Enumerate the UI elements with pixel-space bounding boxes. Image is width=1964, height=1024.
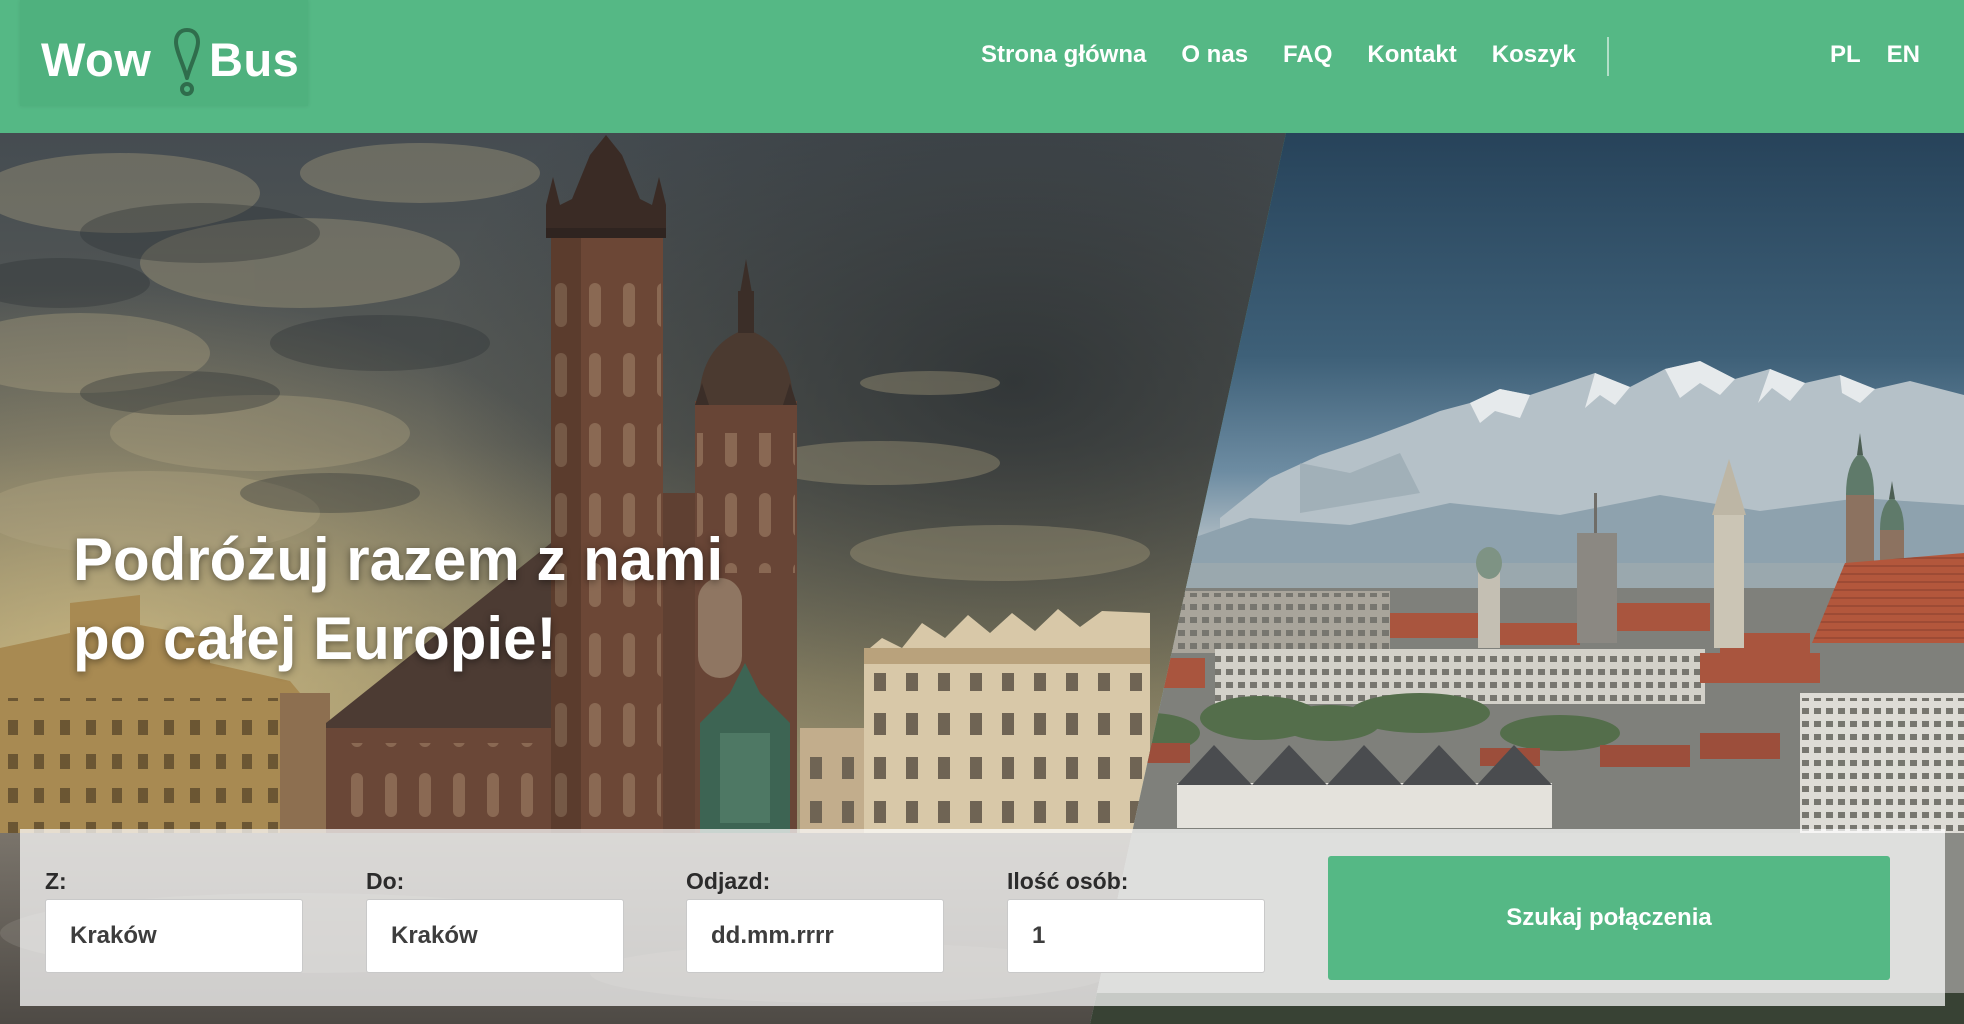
- nav-faq-link[interactable]: FAQ: [1283, 41, 1332, 69]
- to-city-input[interactable]: [366, 899, 624, 973]
- logo-text-bus: Bus: [209, 33, 300, 86]
- site-header: Wow Bus Strona główna O nas FAQ Kontakt …: [0, 0, 1964, 133]
- passenger-count-input[interactable]: [1007, 899, 1265, 973]
- main-nav: Strona główna O nas FAQ Kontakt Koszyk: [981, 30, 1576, 80]
- from-field: Z:: [45, 829, 303, 1006]
- logo-text-wow: Wow: [41, 33, 152, 86]
- passengers-label: Ilość osób:: [1007, 868, 1129, 894]
- hero-heading-line-2: po całej Europie!: [73, 605, 557, 672]
- nav-about-link[interactable]: O nas: [1181, 41, 1248, 69]
- departure-field: Odjazd:: [686, 829, 944, 1006]
- nav-divider: [1607, 37, 1609, 76]
- nav-home-link[interactable]: Strona główna: [981, 41, 1146, 69]
- from-label: Z:: [45, 868, 67, 894]
- to-label: Do:: [366, 868, 405, 894]
- hero-heading: Podróżuj razem z nami po całej Europie!: [73, 520, 723, 678]
- connection-search-form: Z: Do: Odjazd: Ilość osób: Szukaj połącz…: [20, 829, 1945, 1006]
- to-field: Do:: [366, 829, 624, 1006]
- hero-heading-line-1: Podróżuj razem z nami: [73, 526, 724, 593]
- search-connections-button[interactable]: Szukaj połączenia: [1328, 856, 1890, 980]
- nav-contact-link[interactable]: Kontakt: [1367, 41, 1456, 69]
- departure-date-input[interactable]: [686, 899, 944, 973]
- from-city-input[interactable]: [45, 899, 303, 973]
- exclamation-pin-icon: [174, 28, 200, 96]
- language-en-link[interactable]: EN: [1887, 41, 1920, 69]
- language-pl-link[interactable]: PL: [1830, 41, 1861, 69]
- language-switcher: PL EN: [1830, 30, 1920, 80]
- departure-label: Odjazd:: [686, 868, 771, 894]
- logo[interactable]: Wow Bus: [20, 0, 308, 106]
- passengers-field: Ilość osób:: [1007, 829, 1265, 1006]
- nav-cart-link[interactable]: Koszyk: [1492, 41, 1576, 69]
